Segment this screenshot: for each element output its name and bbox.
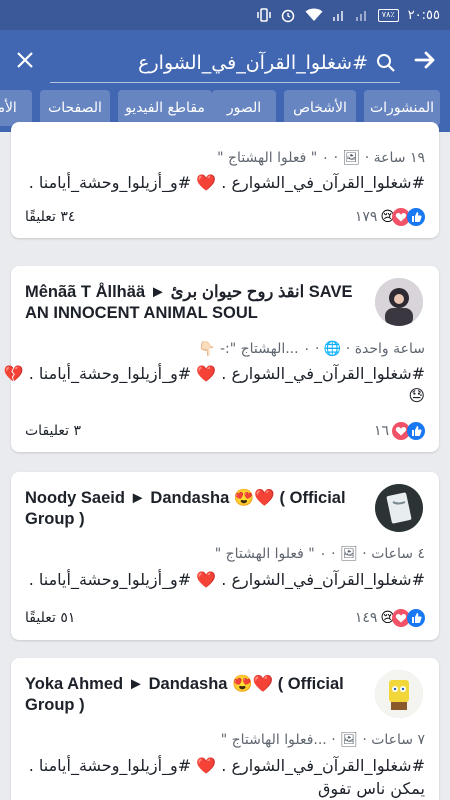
post-meta: ٧ ساعات · 🖼 · ...فعلوا الهاشتاج " bbox=[220, 732, 425, 748]
post-card[interactable]: ١٩ ساعة · 🖼 · ٠ " فعلوا الهشتاج " #شغلوا… bbox=[11, 122, 439, 238]
post-card[interactable]: Yoka Ahmed ► Dandasha 😍❤️ ( Official Gro… bbox=[11, 658, 439, 800]
like-reaction-icon bbox=[407, 609, 425, 627]
post-author-line[interactable]: Noody Saeid ► Dandasha 😍❤️ ( Official bbox=[25, 488, 365, 509]
like-reaction-icon bbox=[407, 208, 425, 226]
search-input[interactable]: #شغلوا_القرآن_في_الشوارع bbox=[50, 43, 400, 83]
reaction-count: ١٤٩ bbox=[354, 610, 378, 626]
post-group-name[interactable]: Group ) bbox=[25, 509, 365, 530]
post-footer: ٣٤ تعليقًا ١٧٩ 😢 bbox=[11, 205, 439, 229]
search-query-text: #شغلوا_القرآن_في_الشوارع bbox=[138, 51, 368, 74]
post-meta: ٤ ساعات · 🖼 · ٠ " فعلوا الهشتاج " bbox=[214, 546, 425, 562]
post-meta: ١٩ ساعة · 🖼 · ٠ " فعلوا الهشتاج " bbox=[217, 150, 425, 166]
post-text-2: يمكن ناس تفوق bbox=[318, 779, 425, 798]
post-header: Yoka Ahmed ► Dandasha 😍❤️ ( Official Gro… bbox=[25, 674, 365, 716]
signal-icon-2 bbox=[355, 8, 369, 22]
comments-count[interactable]: ٣٤ تعليقًا bbox=[25, 209, 75, 225]
tab-places[interactable]: الأما bbox=[0, 90, 32, 126]
signal-icon bbox=[332, 8, 346, 22]
battery-indicator: ٧٨٪ bbox=[377, 8, 399, 22]
post-author-line[interactable]: Mênãã T Ållhää ► انقذ روح حيوان برئ SAVE bbox=[25, 282, 365, 303]
post-group-name[interactable]: Group ) bbox=[25, 695, 365, 716]
reaction-count: ١٧٩ bbox=[354, 209, 378, 225]
reactions-summary[interactable]: ١٤٩ 😢 bbox=[355, 609, 425, 627]
back-button[interactable] bbox=[400, 30, 450, 90]
reaction-count: ١٦ bbox=[373, 423, 389, 439]
post-text: #شغلوا_القرآن_في_الشوارع . ❤️ #و_أزيلوا_… bbox=[28, 173, 425, 192]
tab-people[interactable]: الأشخاص bbox=[284, 90, 356, 126]
avatar[interactable] bbox=[375, 484, 423, 532]
post-text: #شغلوا_القرآن_في_الشوارع . ❤️ #و_أزيلوا_… bbox=[28, 756, 425, 775]
reactions-summary[interactable]: ١٦ bbox=[374, 422, 425, 440]
comments-count[interactable]: ٥١ تعليقًا bbox=[25, 610, 75, 626]
post-card[interactable]: Mênãã T Ållhää ► انقذ روح حيوان برئ SAVE… bbox=[4, 266, 439, 452]
vibrate-icon bbox=[257, 7, 271, 23]
post-header: Mênãã T Ållhää ► انقذ روح حيوان برئ SAVE… bbox=[25, 282, 365, 324]
tab-videos[interactable]: مقاطع الفيديو bbox=[118, 90, 212, 126]
post-author-line[interactable]: Yoka Ahmed ► Dandasha 😍❤️ ( Official bbox=[25, 674, 365, 695]
close-icon bbox=[17, 52, 33, 68]
tab-photos[interactable]: الصور bbox=[212, 90, 276, 126]
post-footer: ٥١ تعليقًا ١٤٩ 😢 bbox=[11, 606, 439, 630]
like-reaction-icon bbox=[407, 422, 425, 440]
post-card[interactable]: Noody Saeid ► Dandasha 😍❤️ ( Official Gr… bbox=[11, 472, 439, 640]
avatar[interactable] bbox=[375, 278, 423, 326]
comments-count[interactable]: ٣ تعليقات bbox=[25, 423, 81, 439]
search-header: #شغلوا_القرآن_في_الشوارع bbox=[0, 30, 450, 90]
post-header: Noody Saeid ► Dandasha 😍❤️ ( Official Gr… bbox=[25, 488, 365, 530]
avatar[interactable] bbox=[375, 670, 423, 718]
tab-pages[interactable]: الصفحات bbox=[40, 90, 110, 126]
arrow-right-icon bbox=[414, 51, 435, 69]
post-text-2: 😓 bbox=[408, 386, 425, 405]
post-text: #شغلوا_القرآن_في_الشوارع . ❤️ #و_أزيلوا_… bbox=[3, 364, 425, 383]
search-icon bbox=[377, 53, 395, 72]
reactions-summary[interactable]: ١٧٩ 😢 bbox=[355, 208, 425, 226]
post-meta: ساعة واحدة · 🌐 · ٠ ...الهشتاج ":- 👇🏻 bbox=[198, 341, 425, 357]
post-text: #شغلوا_القرآن_في_الشوارع . ❤️ #و_أزيلوا_… bbox=[28, 570, 425, 589]
post-footer: ٣ تعليقات ١٦ bbox=[11, 419, 439, 443]
post-group-name[interactable]: AN INNOCENT ANIMAL SOUL bbox=[25, 303, 365, 324]
alarm-icon bbox=[280, 7, 296, 23]
tab-posts[interactable]: المنشورات bbox=[364, 90, 440, 126]
wifi-icon bbox=[305, 8, 323, 22]
clock: ٢٠:٥٥ bbox=[407, 7, 440, 23]
close-button[interactable] bbox=[0, 30, 50, 90]
status-bar: ٧٨٪ ٢٠:٥٥ bbox=[0, 0, 450, 30]
